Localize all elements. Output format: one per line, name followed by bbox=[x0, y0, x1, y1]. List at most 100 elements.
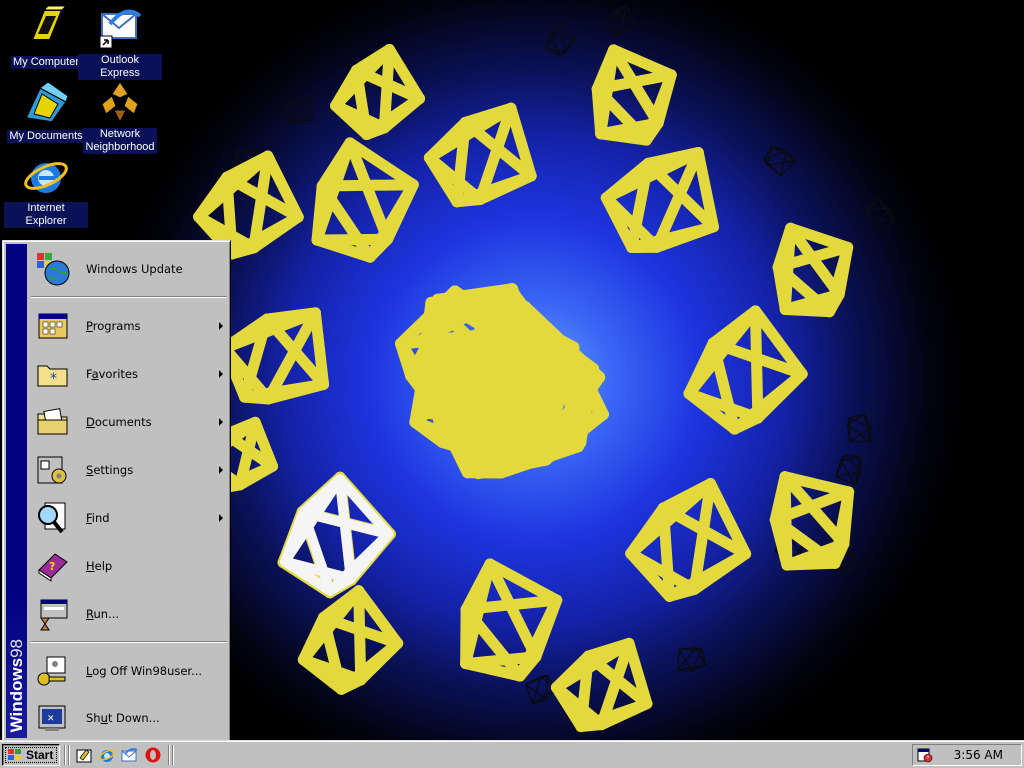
svg-text:✕: ✕ bbox=[47, 714, 55, 724]
menu-item-shut-down[interactable]: ✕ Shut Down... bbox=[29, 695, 229, 740]
taskbar-clock[interactable]: 3:56 AM bbox=[954, 748, 1003, 762]
wallpaper-octahedron bbox=[311, 137, 419, 263]
wallpaper-octahedron bbox=[600, 146, 719, 254]
accelerator-key: H bbox=[86, 559, 95, 573]
wallpaper-octahedron-faint bbox=[864, 198, 896, 231]
menu-item-label: Log Off Win98user... bbox=[86, 664, 203, 678]
submenu-arrow-icon bbox=[219, 514, 223, 522]
accelerator-key: F bbox=[86, 511, 92, 525]
wallpaper-octahedron bbox=[550, 637, 653, 733]
menu-separator bbox=[31, 296, 227, 298]
banner-text-bold: Windows bbox=[7, 657, 26, 732]
menu-item-favorites[interactable]: * Favorites bbox=[29, 351, 229, 397]
taskbar-divider bbox=[172, 745, 174, 765]
accelerator-key: L bbox=[86, 664, 93, 678]
opera-icon[interactable] bbox=[144, 746, 162, 764]
desktop-icon-my-computer[interactable]: My Computer bbox=[4, 4, 88, 69]
favorites-folder-icon: * bbox=[37, 365, 68, 387]
desktop-icon-outlook-express[interactable]: Outlook Express bbox=[78, 4, 162, 80]
run-icon bbox=[40, 599, 68, 631]
my-computer-icon bbox=[30, 5, 68, 41]
start-button-label: Start bbox=[26, 748, 54, 762]
banner-text: Windows98 bbox=[7, 639, 27, 732]
svg-text:?: ? bbox=[49, 560, 55, 573]
wallpaper-octahedron bbox=[625, 478, 752, 602]
wallpaper-octahedron-faint bbox=[847, 413, 872, 443]
wallpaper-octahedron bbox=[297, 585, 404, 695]
menu-item-help[interactable]: ? Help bbox=[29, 543, 229, 589]
wallpaper-octahedron-faint bbox=[603, 4, 636, 36]
menu-item-windows-update[interactable]: Windows Update bbox=[29, 249, 229, 289]
menu-item-settings[interactable]: Settings bbox=[29, 447, 229, 493]
desktop-icon-network-neighborhood[interactable]: Network Neighborhood bbox=[78, 78, 162, 154]
my-documents-icon bbox=[24, 81, 69, 123]
help-book-icon: ? bbox=[38, 553, 68, 582]
menu-item-find[interactable]: Find bbox=[29, 495, 229, 541]
accelerator-key: P bbox=[86, 319, 93, 333]
desktop-icon-label: My Computer bbox=[10, 56, 82, 69]
menu-item-label: Favorites bbox=[86, 367, 138, 381]
outlook-express-icon bbox=[99, 9, 142, 49]
windows-update-icon bbox=[37, 253, 70, 286]
desktop-icon-label: Internet Explorer bbox=[4, 202, 88, 228]
shut-down-icon: ✕ bbox=[38, 705, 66, 731]
svg-text:*: * bbox=[50, 371, 57, 387]
submenu-arrow-icon bbox=[219, 322, 223, 330]
menu-item-label: Find bbox=[86, 511, 110, 525]
taskbar-divider bbox=[64, 745, 66, 765]
network-neighborhood-icon bbox=[101, 81, 139, 124]
menu-item-label: Shut Down... bbox=[86, 711, 160, 725]
internet-explorer-icon[interactable] bbox=[98, 746, 116, 764]
menu-item-run[interactable]: Run... bbox=[29, 591, 229, 637]
menu-item-label: Programs bbox=[86, 319, 141, 333]
accelerator-key: D bbox=[86, 415, 95, 429]
wallpaper-octahedron-faint bbox=[763, 145, 797, 176]
menu-separator bbox=[31, 641, 227, 643]
taskbar-divider bbox=[68, 745, 70, 765]
desktop-icon-internet-explorer[interactable]: Internet Explorer bbox=[4, 152, 88, 228]
taskbar: Start 3:56 AM bbox=[0, 740, 1024, 768]
taskbar-divider bbox=[168, 745, 170, 765]
desktop[interactable]: My Computer Outlook Express My Documents… bbox=[0, 0, 1024, 740]
outlook-express-icon[interactable] bbox=[120, 746, 138, 764]
wallpaper-octahedron bbox=[460, 558, 563, 682]
menu-item-label: Help bbox=[86, 559, 113, 573]
menu-item-documents[interactable]: Documents bbox=[29, 399, 229, 445]
desktop-icon-my-documents[interactable]: My Documents bbox=[4, 78, 88, 143]
start-menu: Windows98 Windows Update Programs * Favo… bbox=[2, 240, 231, 740]
banner-text-version: 98 bbox=[7, 638, 26, 658]
find-icon bbox=[38, 502, 66, 534]
programs-icon bbox=[38, 313, 68, 339]
desktop-icon-label: Outlook Express bbox=[78, 54, 162, 80]
menu-item-label: Windows Update bbox=[86, 262, 183, 276]
submenu-arrow-icon bbox=[219, 466, 223, 474]
accelerator-key: R bbox=[86, 607, 94, 621]
submenu-arrow-icon bbox=[219, 370, 223, 378]
menu-item-label: Run... bbox=[86, 607, 120, 621]
menu-item-programs[interactable]: Programs bbox=[29, 303, 229, 349]
settings-icon bbox=[37, 456, 67, 484]
submenu-arrow-icon bbox=[219, 418, 223, 426]
accelerator-key: u bbox=[100, 711, 108, 725]
start-button[interactable]: Start bbox=[2, 744, 60, 766]
show-desktop-icon[interactable] bbox=[76, 746, 94, 764]
wallpaper-octahedron bbox=[772, 222, 854, 318]
log-off-key-icon bbox=[37, 656, 66, 686]
wallpaper-octahedron bbox=[423, 102, 537, 208]
desktop-icon-label: My Documents bbox=[7, 130, 85, 143]
menu-item-log-off[interactable]: Log Off Win98user... bbox=[29, 647, 229, 695]
task-scheduler-icon[interactable] bbox=[917, 747, 933, 763]
wallpaper-octahedron-faint bbox=[545, 23, 576, 57]
wallpaper-octahedron bbox=[683, 305, 808, 435]
menu-item-label: Settings bbox=[86, 463, 134, 477]
windows-flag-icon bbox=[8, 749, 21, 760]
accelerator-key: S bbox=[86, 463, 94, 477]
wallpaper-octahedron-faint bbox=[676, 647, 707, 672]
menu-item-label: Documents bbox=[86, 415, 152, 429]
start-menu-banner: Windows98 bbox=[6, 244, 27, 738]
wallpaper-octahedron bbox=[330, 43, 426, 141]
system-tray: 3:56 AM bbox=[912, 744, 1022, 766]
accelerator-key: a bbox=[91, 367, 99, 381]
desktop-icon-label: Network Neighborhood bbox=[83, 128, 157, 154]
documents-folder-icon bbox=[37, 408, 68, 435]
